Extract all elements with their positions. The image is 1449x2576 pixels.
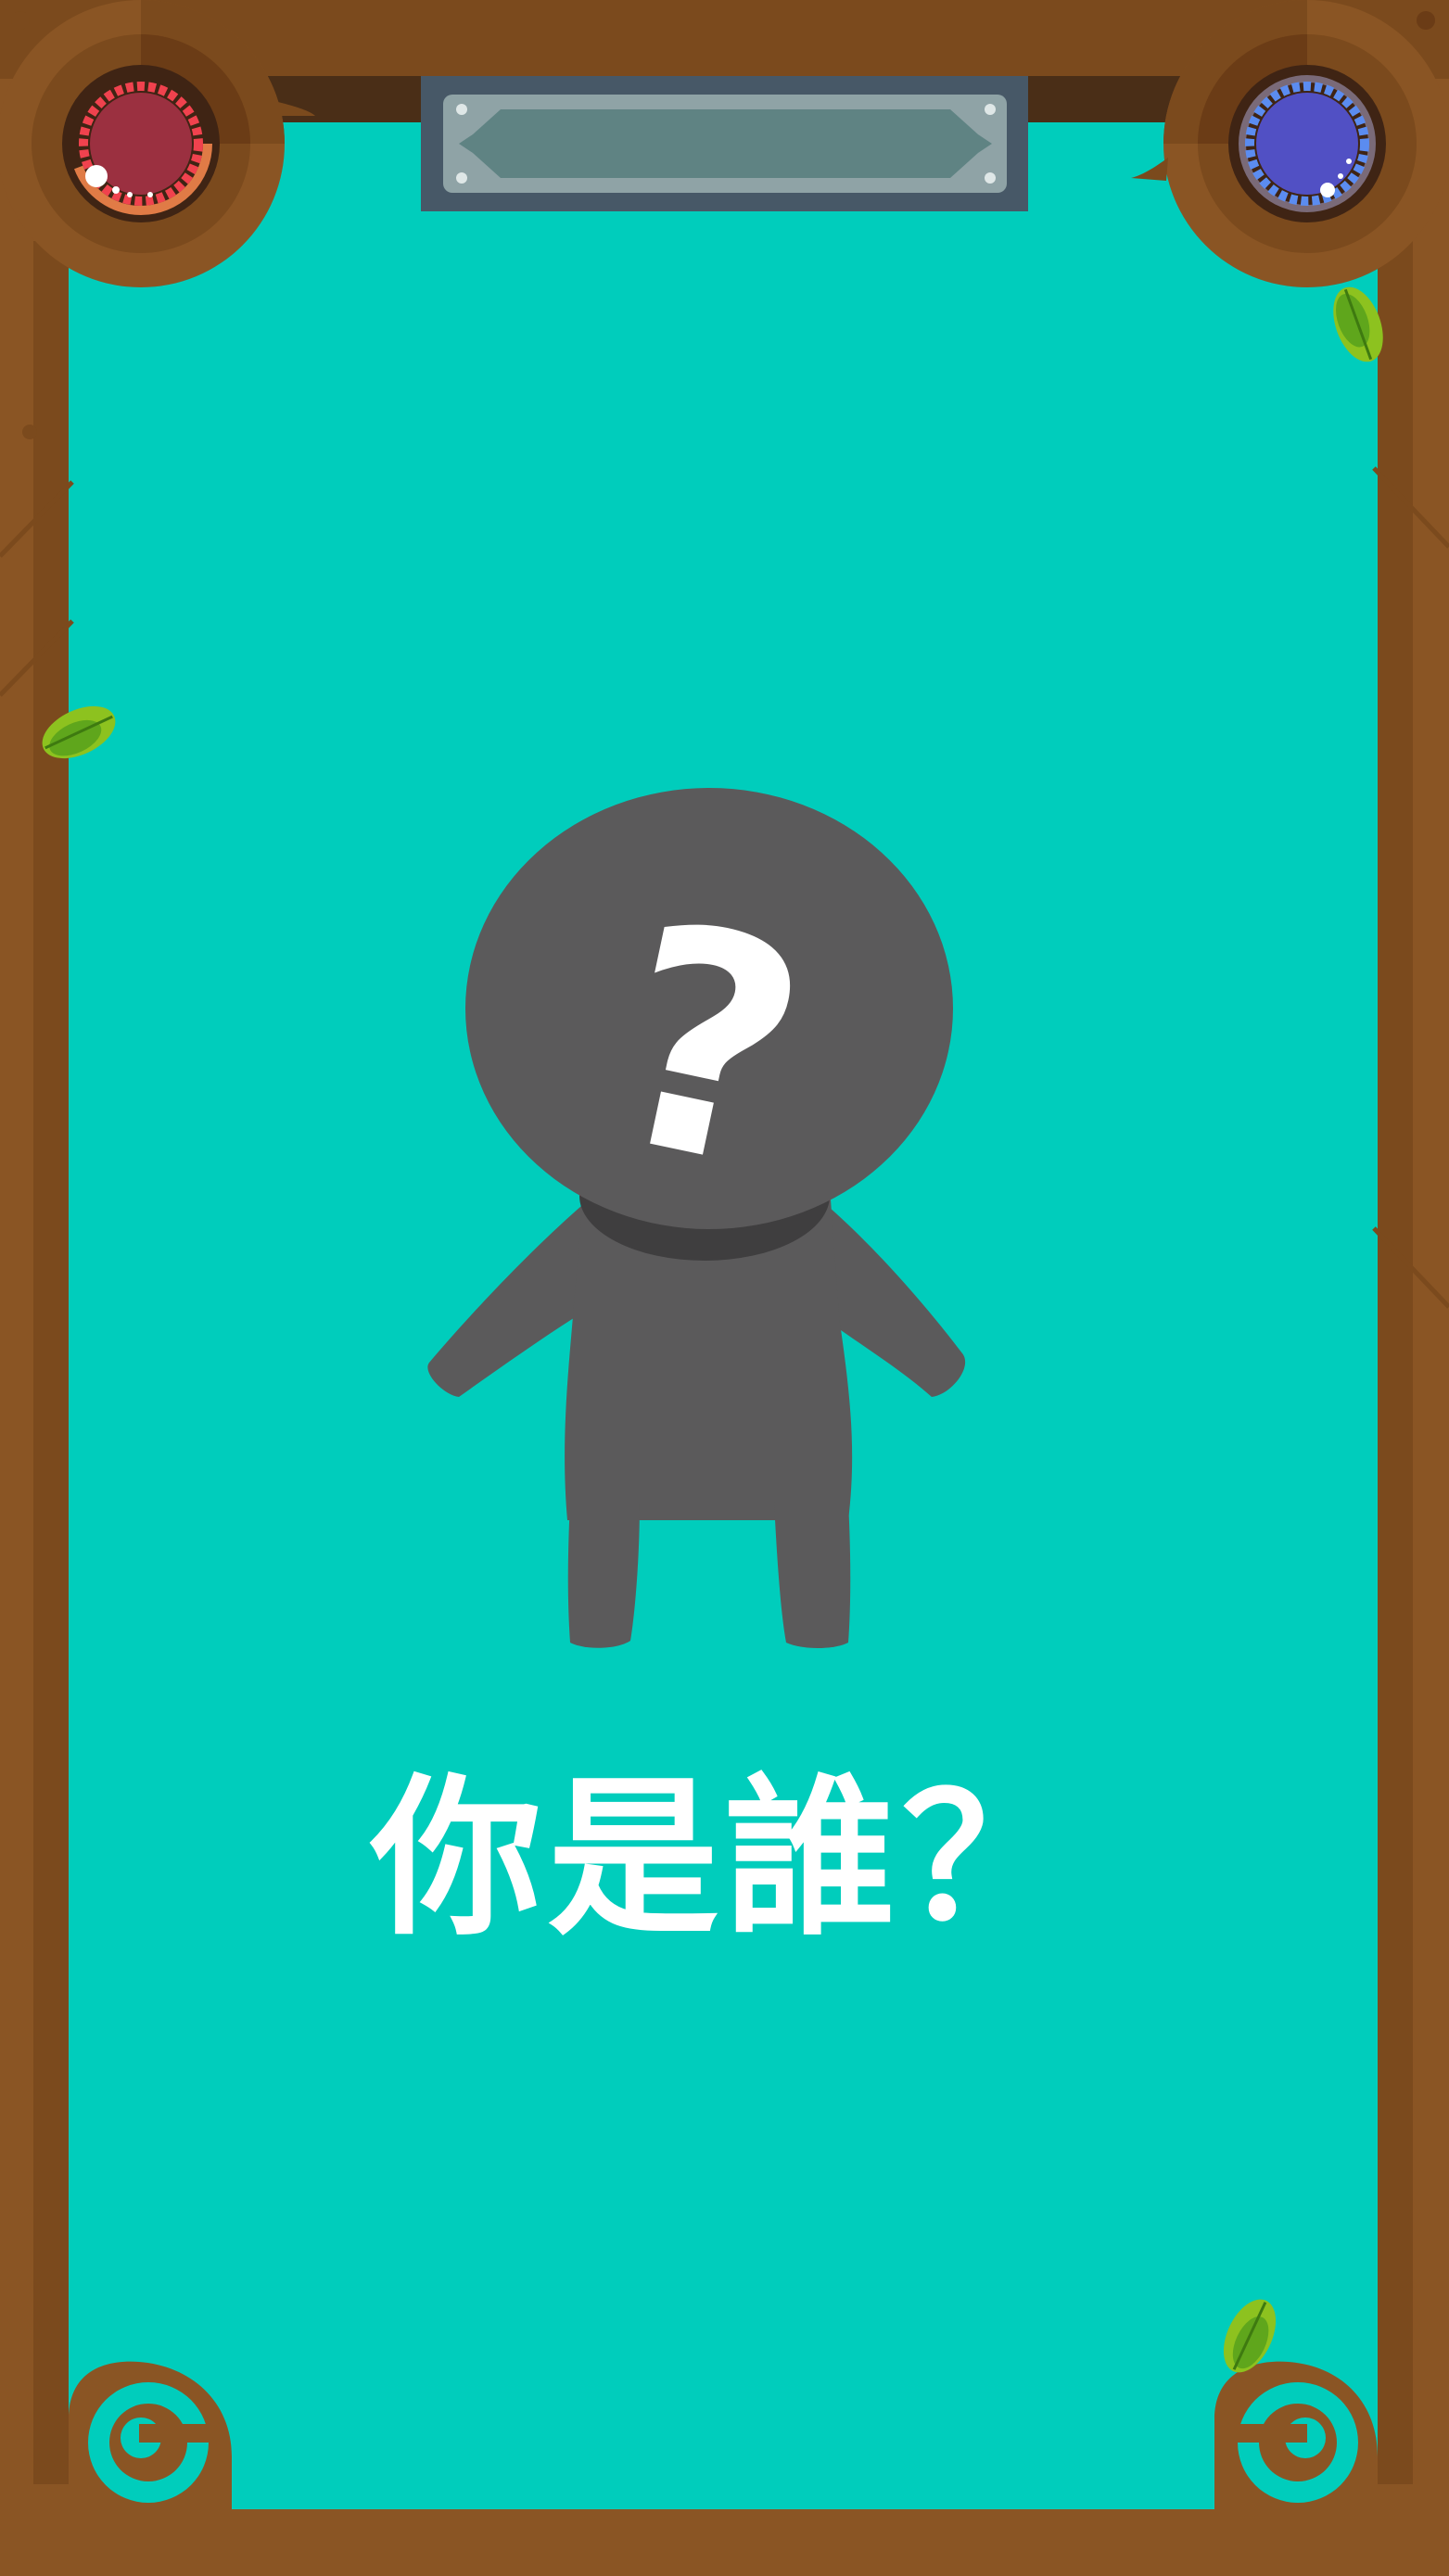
mana-orb-icon [1163,0,1449,287]
game-scene: ? [0,0,1449,2576]
character-left-leg [567,1502,640,1648]
frame-bottom [0,2509,1449,2576]
character-right-leg [774,1502,851,1648]
health-orb-icon [0,0,285,287]
knot-left [22,425,37,439]
title-plaque [421,76,1028,211]
frame-right-inner [1378,241,1413,2484]
frame-left-inner [33,241,69,2484]
who-are-you-prompt: 你是誰？ [370,1758,1079,1959]
knot-top-left [11,11,30,30]
